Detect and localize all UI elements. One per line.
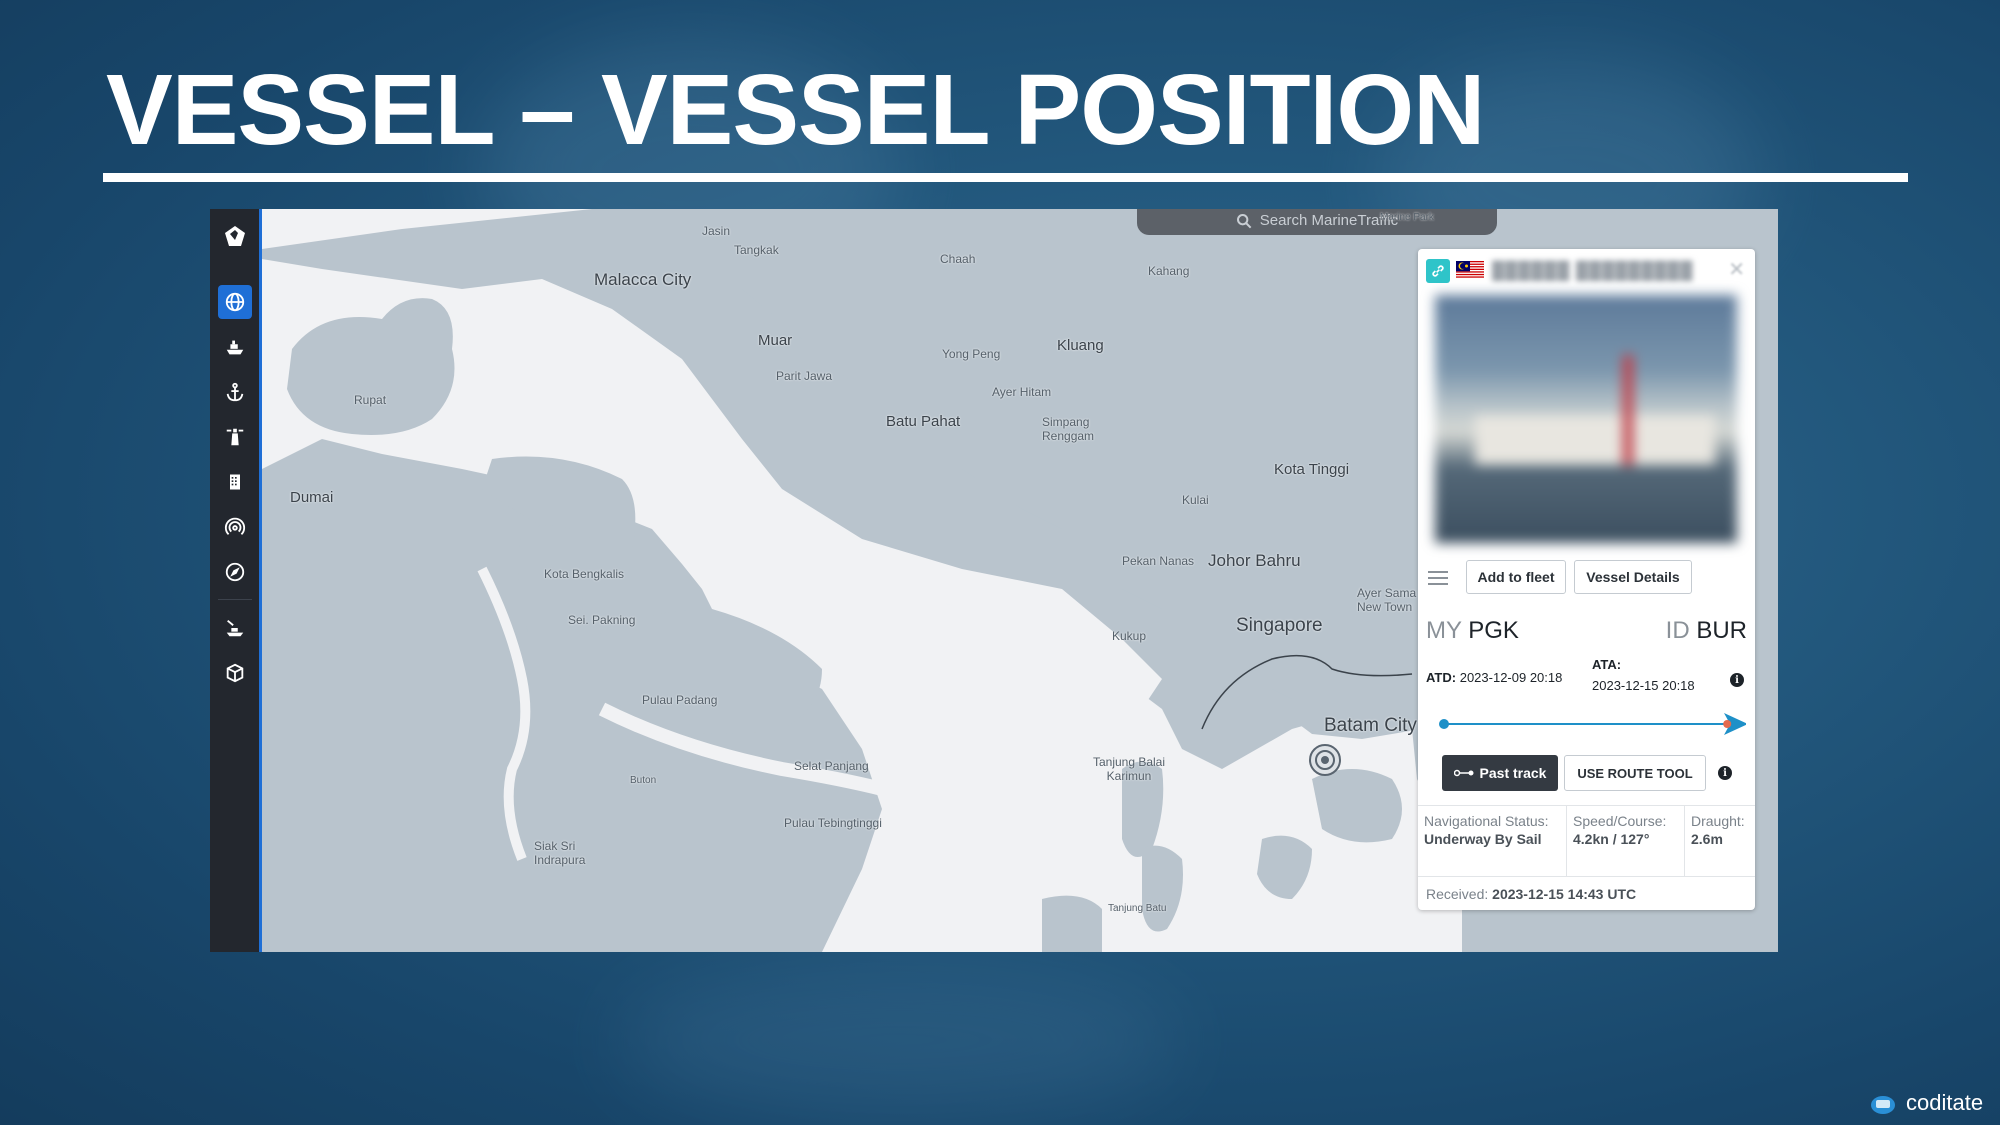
brand-logo: coditate (1870, 1090, 1983, 1116)
map-place: Pekan Nanas (1122, 554, 1195, 568)
map-place: Malacca City (594, 270, 692, 289)
link-icon[interactable] (1426, 259, 1450, 283)
vessel-name-redacted: ██████ █████████ (1492, 261, 1694, 280)
vessel-photo (1435, 295, 1737, 543)
past-track-button[interactable]: Past track (1442, 755, 1558, 791)
compass-icon[interactable] (218, 555, 252, 589)
ata-label: ATA: (1592, 657, 1622, 672)
vessel-info-panel: ██████ █████████ ✕ Add to fleet Vessel D… (1418, 249, 1755, 910)
map-place: Buton (630, 775, 657, 786)
map-place: Batu Pahat (886, 413, 961, 430)
map-place: Ayer Sama New Town (1357, 586, 1417, 614)
background-blob (620, 960, 1180, 1120)
map-place: Jasin (702, 224, 731, 238)
map-place: Pulau Tebingtinggi (784, 816, 882, 830)
add-to-fleet-button[interactable]: Add to fleet (1466, 560, 1566, 594)
app-screenshot: Search MarineTraffic Marine Park Jasin T… (210, 209, 1778, 952)
map-place: Tanjung Batu (1108, 903, 1167, 914)
logo-icon[interactable] (218, 219, 252, 253)
past-track-label: Past track (1479, 765, 1547, 781)
building-icon[interactable] (218, 465, 252, 499)
search-placeholder: Search MarineTraffic (1259, 212, 1399, 229)
sidebar-divider (218, 599, 252, 600)
nav-status-label: Navigational Status: (1424, 813, 1549, 829)
map-place: Sei. Pakning (568, 613, 636, 627)
map-place: Kulai (1182, 493, 1209, 507)
panel-header: ██████ █████████ ✕ (1418, 249, 1755, 293)
search-input[interactable]: Search MarineTraffic (1137, 209, 1497, 235)
map-place: Parit Jawa (776, 369, 833, 383)
map-place: Singapore (1236, 615, 1323, 636)
map-place: Yong Peng (942, 347, 1001, 361)
ata-value: 2023-12-15 20:18 (1592, 678, 1695, 693)
anchor-icon[interactable] (218, 375, 252, 409)
departure-port: MY PGK (1426, 617, 1519, 644)
draught-value: 2.6m (1691, 831, 1723, 847)
vessel-details-button[interactable]: Vessel Details (1574, 560, 1692, 594)
draught-label: Draught: (1691, 813, 1745, 829)
map-place: Dumai (290, 489, 334, 506)
signal-icon[interactable] (218, 510, 252, 544)
info-icon[interactable]: i (1730, 673, 1744, 687)
vessel-stats: Navigational Status: Underway By Sail Sp… (1418, 805, 1755, 877)
brand-name: coditate (1906, 1090, 1984, 1115)
cube-icon[interactable] (218, 656, 252, 690)
map-place: Tanjung Balai Karimun (1092, 755, 1166, 783)
map-place: Batam City (1324, 715, 1417, 736)
speed-course-cell: Speed/Course: 4.2kn / 127° (1566, 806, 1684, 876)
draught-cell: Draught: 2.6m (1684, 806, 1755, 876)
atd: ATD: 2023-12-09 20:18 (1426, 670, 1563, 685)
route-progress-bar (1439, 713, 1746, 735)
malaysia-flag-icon (1456, 261, 1484, 279)
lighthouse-icon[interactable] (218, 420, 252, 454)
map-place: Chaah (940, 252, 976, 266)
map-place: Kota Bengkalis (544, 567, 625, 581)
map-place: Kahang (1148, 264, 1190, 278)
map-place: Johor Bahru (1208, 551, 1301, 570)
speed-course-label: Speed/Course: (1573, 813, 1667, 829)
arrival-port: ID BUR (1665, 617, 1747, 644)
map-place: Selat Panjang (794, 759, 869, 773)
map-place: Rupat (354, 393, 387, 407)
map-place: Pulau Padang (642, 693, 718, 707)
track-icon (1453, 769, 1474, 777)
search-icon (1236, 214, 1252, 229)
map-place: Muar (758, 332, 793, 349)
route-ports: MY PGK ID BUR (1418, 609, 1755, 649)
globe-icon[interactable] (218, 285, 252, 319)
map-place: Kukup (1112, 629, 1147, 643)
info-icon[interactable]: i (1718, 766, 1732, 780)
map-place: Simpang Renggam (1042, 415, 1095, 443)
menu-icon[interactable] (1428, 571, 1448, 590)
app-sidebar (210, 209, 262, 952)
ship-route-icon[interactable] (218, 611, 252, 645)
map-place: Kluang (1057, 337, 1104, 354)
use-route-tool-button[interactable]: USE ROUTE TOOL (1564, 755, 1706, 791)
slide-title: VESSEL – VESSEL POSITION (106, 54, 1485, 166)
map-place: Siak Sri Indrapura (534, 839, 586, 867)
title-divider (103, 173, 1908, 182)
map-place: Ayer Hitam (992, 385, 1052, 399)
speed-course-value: 4.2kn / 127° (1573, 831, 1650, 847)
nav-status-value: Underway By Sail (1424, 831, 1542, 847)
map-place: Tangkak (734, 243, 779, 257)
ship-icon[interactable] (218, 330, 252, 364)
coditate-logo-icon (1871, 1096, 1895, 1114)
map-label: Marine Park (1380, 212, 1434, 223)
vessel-marker-icon[interactable] (1308, 743, 1342, 777)
close-icon[interactable]: ✕ (1728, 257, 1745, 282)
received-timestamp: Received: 2023-12-15 14:43 UTC (1426, 886, 1637, 902)
map-place: Kota Tinggi (1274, 461, 1350, 478)
nav-status-cell: Navigational Status: Underway By Sail (1418, 806, 1566, 876)
